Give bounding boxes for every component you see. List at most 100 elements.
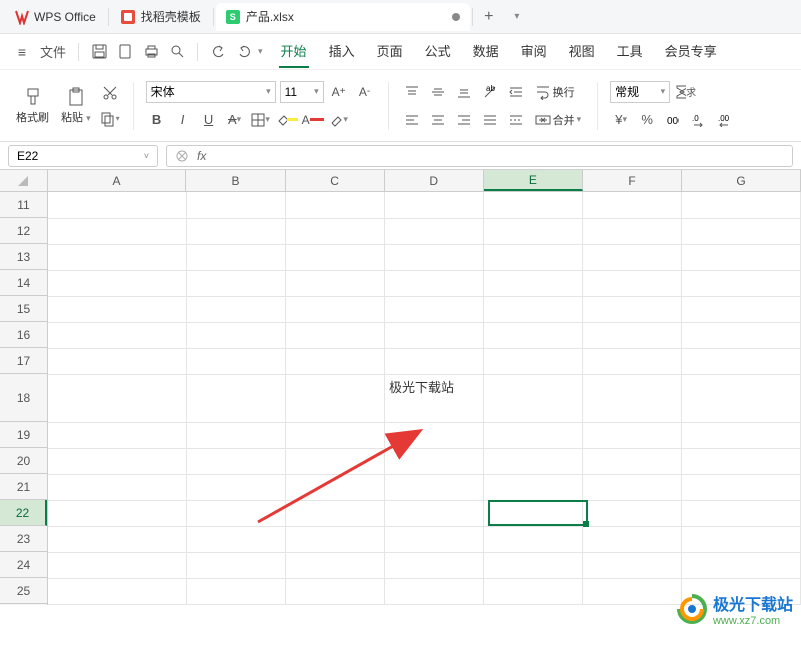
save-button[interactable] [87,40,111,64]
row-header[interactable]: 24 [0,552,47,578]
cells-area[interactable]: 极光下载站 [48,192,801,605]
row-header[interactable]: 16 [0,322,47,348]
font-size-select[interactable]: 11▾ [280,81,324,103]
comma-button[interactable]: 000 [662,109,684,131]
row-header[interactable]: 18 [0,374,47,422]
number-format-select[interactable]: 常规▾ [610,81,670,103]
cut-button[interactable] [99,82,121,104]
qat-more-icon[interactable]: ▾ [258,46,263,57]
wrap-text-button[interactable]: 换行 [531,82,579,102]
row-header[interactable]: 23 [0,526,47,552]
increase-decimal-button[interactable]: .0 [688,109,710,131]
print-button[interactable] [139,40,163,64]
row-header[interactable]: 25 [0,578,47,604]
row-header[interactable]: 11 [0,192,47,218]
col-header-F[interactable]: F [583,170,682,191]
wrap-icon [535,84,551,100]
file-menu[interactable]: 文件 [36,40,70,64]
col-header-D[interactable]: D [385,170,484,191]
align-justify-button[interactable] [479,109,501,131]
tab-separator [213,8,214,26]
copy-button[interactable]: ▾ [99,108,121,130]
bold-button[interactable]: B [146,109,168,131]
cell-D18[interactable]: 极光下载站 [385,374,484,422]
tab-list-button[interactable]: ▾ [503,3,531,31]
undo-button[interactable] [206,40,230,64]
redo-button[interactable] [232,40,256,64]
column-headers: A B C D E F G [0,170,801,192]
tab-data[interactable]: 数据 [471,35,501,68]
merge-button[interactable]: 合并▾ [531,110,586,130]
align-bottom-button[interactable] [453,81,475,103]
distribute-button[interactable] [505,109,527,131]
tab-document[interactable]: S 产品.xlsx [216,3,470,31]
row-header[interactable]: 12 [0,218,47,244]
sum-button[interactable]: 求 [674,81,696,103]
borders-button[interactable]: ▾ [250,109,272,131]
hamburger-menu-button[interactable]: ≡ [10,40,34,64]
title-bar: WPS Office 找稻壳模板 S 产品.xlsx + ▾ [0,0,801,34]
font-color-button[interactable]: A [302,109,324,131]
tab-review[interactable]: 审阅 [519,35,549,68]
tab-templates-label: 找稻壳模板 [141,8,201,25]
tab-start[interactable]: 开始 [279,35,309,68]
row-header[interactable]: 17 [0,348,47,374]
name-box[interactable]: E22 ˅ [8,145,158,167]
strikethrough-button[interactable]: A▾ [224,109,246,131]
align-center-icon [431,113,445,127]
tab-formula[interactable]: 公式 [423,35,453,68]
tab-view[interactable]: 视图 [567,35,597,68]
decrease-decimal-button[interactable]: .00 [714,109,736,131]
format-painter-button[interactable]: 格式刷 [12,85,53,127]
col-header-C[interactable]: C [286,170,385,191]
fill-color-button[interactable] [276,109,298,131]
col-header-E[interactable]: E [484,170,583,191]
row-header[interactable]: 15 [0,296,47,322]
svg-text:ab: ab [486,85,495,93]
tab-member[interactable]: 会员专享 [663,35,719,68]
align-top-button[interactable] [401,81,423,103]
currency-button[interactable]: ¥ ▾ [610,109,632,131]
font-family-select[interactable]: 宋体▾ [146,81,276,103]
italic-button[interactable]: I [172,109,194,131]
formula-bar: E22 ˅ fx [0,142,801,170]
tab-insert[interactable]: 插入 [327,35,357,68]
paste-button[interactable]: 粘贴 ▾ [57,85,95,127]
row-header[interactable]: 13 [0,244,47,270]
spreadsheet-grid[interactable]: A B C D E F G 11 12 13 14 15 16 17 18 19… [0,170,801,650]
tab-page[interactable]: 页面 [375,35,405,68]
clear-format-button[interactable]: ▾ [328,109,350,131]
select-all-corner[interactable] [0,170,48,191]
formula-input-area[interactable]: fx [166,145,793,167]
new-button[interactable] [113,40,137,64]
tab-templates[interactable]: 找稻壳模板 [111,3,211,31]
svg-text:.00: .00 [718,114,730,123]
align-middle-button[interactable] [427,81,449,103]
align-center-button[interactable] [427,109,449,131]
decrease-indent-button[interactable] [505,81,527,103]
underline-button[interactable]: U [198,109,220,131]
decimal-inc-icon: .0 [692,113,706,127]
paint-bucket-icon [276,113,287,127]
row-header[interactable]: 22 [0,500,47,526]
shrink-font-button[interactable]: A- [354,81,376,103]
align-right-button[interactable] [453,109,475,131]
fx-icon[interactable]: fx [197,149,206,163]
borders-icon [251,113,265,127]
col-header-A[interactable]: A [48,170,187,191]
row-header[interactable]: 21 [0,474,47,500]
row-header[interactable]: 20 [0,448,47,474]
row-header[interactable]: 14 [0,270,47,296]
col-header-G[interactable]: G [682,170,801,191]
orientation-button[interactable]: ab [479,81,501,103]
row-header[interactable]: 19 [0,422,47,448]
cancel-fx-icon[interactable] [175,149,189,163]
col-header-B[interactable]: B [186,170,285,191]
tab-tools[interactable]: 工具 [615,35,645,68]
app-name-tab[interactable]: WPS Office [4,3,106,31]
preview-button[interactable] [165,40,189,64]
grow-font-button[interactable]: A+ [328,81,350,103]
new-tab-button[interactable]: + [475,3,503,31]
percent-button[interactable]: % [636,109,658,131]
align-left-button[interactable] [401,109,423,131]
